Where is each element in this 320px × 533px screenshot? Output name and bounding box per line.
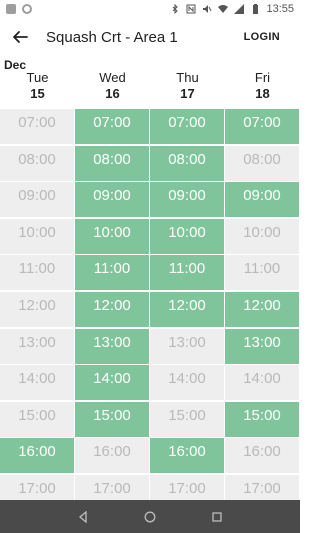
day-number: 15 — [30, 86, 45, 101]
timeslot-available[interactable]: 13:00 — [75, 328, 149, 364]
day-header-tue: Tue 15 — [0, 70, 75, 102]
sync-notification-icon — [22, 4, 32, 14]
timeslot-unavailable: 17:00 — [0, 475, 74, 500]
timeslot-unavailable: 09:00 — [0, 182, 74, 218]
timeslot-unavailable: 08:00 — [225, 145, 299, 181]
timeslot-unavailable: 13:00 — [150, 328, 224, 364]
square-recents-icon — [211, 511, 222, 522]
page-title: Squash Crt - Area 1 — [46, 28, 178, 46]
back-button[interactable] — [0, 18, 40, 56]
timeslot-available[interactable]: 16:00 — [0, 438, 74, 474]
timeslot-grid: 07:00 08:00 09:00 10:00 11:00 12:00 13:00 14:00… — [0, 108, 300, 500]
day-number: 17 — [180, 86, 195, 101]
day-name: Wed — [99, 70, 126, 85]
circle-home-icon — [144, 511, 156, 522]
timeslot-available[interactable]: 09:00 — [150, 182, 224, 218]
day-name: Fri — [254, 70, 271, 85]
timeslot-available[interactable]: 08:00 — [150, 145, 224, 181]
timeslot-unavailable: 14:00 — [150, 365, 224, 401]
timeslot-available[interactable]: 10:00 — [75, 218, 149, 254]
nav-back-button[interactable] — [73, 507, 93, 527]
day-header-thu: Thu 17 — [150, 70, 225, 102]
gallery-notification-icon — [6, 4, 16, 14]
timeslot-unavailable: 11:00 — [0, 255, 74, 291]
timeslot-available[interactable]: 09:00 — [75, 182, 149, 218]
mute-icon — [203, 5, 212, 13]
timeslot-available[interactable]: 14:00 — [75, 365, 149, 401]
timeslot-unavailable: 17:00 — [75, 475, 149, 500]
day-header-fri: Fri 18 — [225, 70, 300, 102]
bluetooth-icon — [173, 4, 179, 14]
day-name: Tue — [26, 70, 49, 85]
timeslot-available[interactable]: 15:00 — [225, 401, 299, 437]
timeslot-available[interactable]: 12:00 — [150, 292, 224, 327]
day-number: 18 — [255, 86, 270, 101]
timeslot-unavailable: 17:00 — [225, 475, 299, 500]
status-bar: 13:55 — [0, 0, 300, 18]
timeslot-unavailable: 10:00 — [225, 218, 299, 254]
status-time: 13:55 — [266, 3, 294, 15]
navigation-bar — [0, 500, 300, 533]
arrow-back-icon — [13, 31, 28, 43]
timeslot-unavailable: 12:00 — [0, 292, 74, 327]
timeslot-unavailable: 08:00 — [0, 145, 74, 181]
nav-home-button[interactable] — [140, 507, 160, 527]
nav-recents-button[interactable] — [207, 507, 227, 527]
timeslot-unavailable: 14:00 — [225, 365, 299, 401]
timeslot-unavailable: 15:00 — [150, 401, 224, 437]
timeslot-available[interactable]: 08:00 — [75, 145, 149, 181]
timeslot-available[interactable]: 09:00 — [225, 182, 299, 218]
timeslot-available[interactable]: 16:00 — [150, 438, 224, 474]
timeslot-unavailable: 11:00 — [225, 255, 299, 291]
timeslot-unavailable: 10:00 — [0, 218, 74, 254]
timeslot-available[interactable]: 11:00 — [150, 255, 224, 291]
system-icons: 13:55 — [170, 3, 294, 15]
timeslot-available[interactable]: 07:00 — [75, 109, 149, 144]
timeslot-available[interactable]: 07:00 — [225, 109, 299, 144]
timeslot-available[interactable]: 12:00 — [75, 292, 149, 327]
timeslot-unavailable: 16:00 — [225, 438, 299, 474]
timeslot-unavailable: 07:00 — [0, 109, 74, 144]
app-bar: Squash Crt - Area 1 LOGIN — [0, 18, 300, 56]
timeslot-available[interactable]: 13:00 — [225, 328, 299, 364]
timeslot-unavailable: 14:00 — [0, 365, 74, 401]
timeslot-available[interactable]: 15:00 — [75, 401, 149, 437]
wifi-icon — [218, 5, 229, 13]
day-name: Thu — [176, 70, 199, 85]
signal-icon — [234, 4, 245, 14]
timeslot-available[interactable]: 12:00 — [225, 292, 299, 327]
notification-icons — [6, 4, 32, 14]
timeslot-unavailable: 17:00 — [150, 475, 224, 500]
battery-icon — [253, 4, 259, 14]
timeslot-unavailable: 15:00 — [0, 401, 74, 437]
day-number: 16 — [105, 86, 120, 101]
nfc-icon — [186, 4, 196, 14]
timeslot-unavailable: 13:00 — [0, 328, 74, 364]
day-header-wed: Wed 16 — [75, 70, 150, 102]
timeslot-available[interactable]: 07:00 — [150, 109, 224, 144]
triangle-back-icon — [79, 510, 87, 523]
login-button[interactable]: LOGIN — [244, 31, 280, 43]
timeslot-available[interactable]: 10:00 — [150, 218, 224, 254]
timeslot-unavailable: 16:00 — [75, 438, 149, 474]
timeslot-available[interactable]: 11:00 — [75, 255, 149, 291]
